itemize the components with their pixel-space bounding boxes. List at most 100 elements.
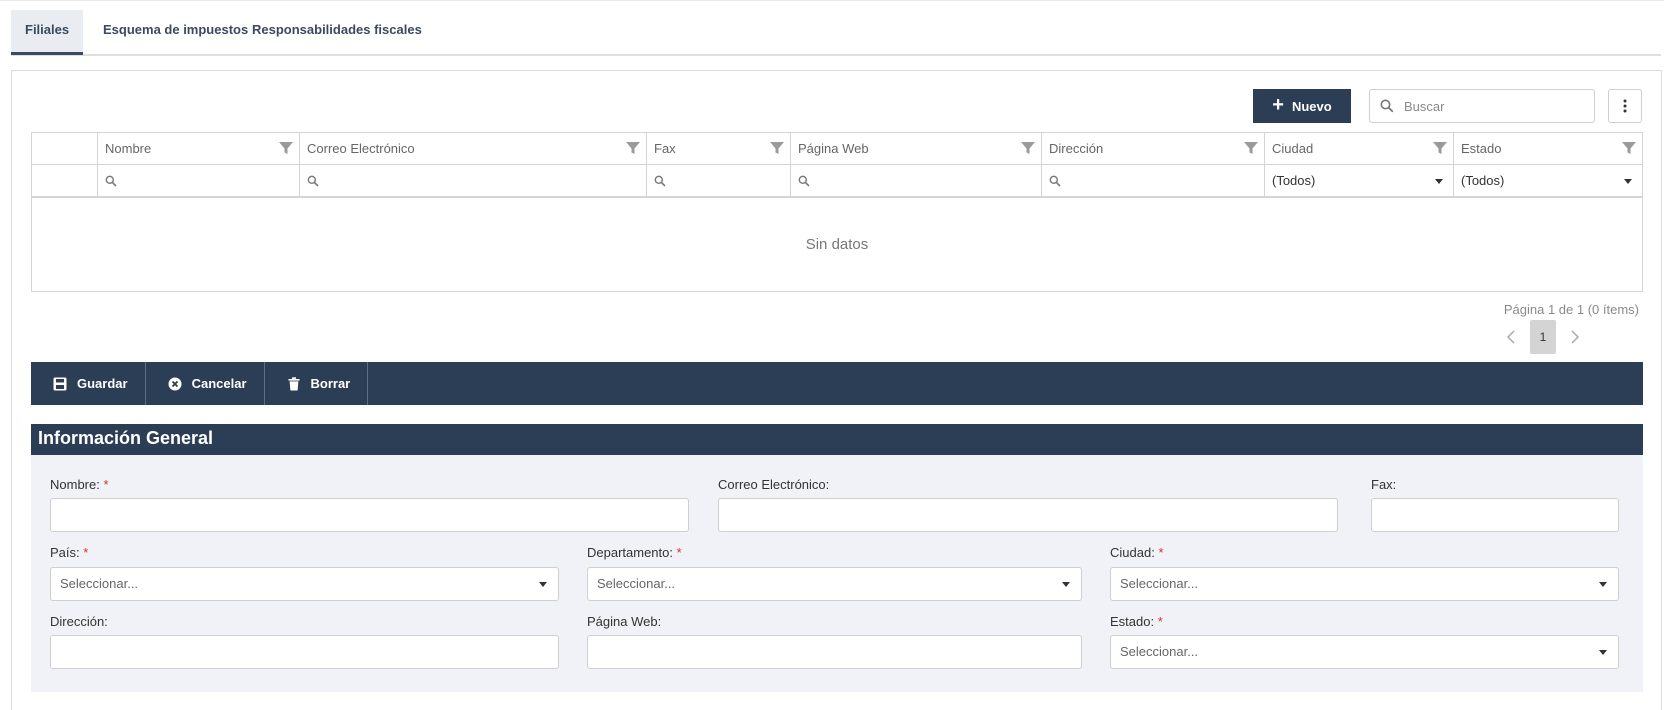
select-placeholder: Seleccionar... <box>1120 576 1199 591</box>
action-toolbar: Guardar Cancelar Borrar <box>31 362 1643 405</box>
field-label-ciudad: Ciudad: * <box>1110 545 1164 560</box>
grid-filter-row: (Todos) (Todos) <box>32 165 1642 198</box>
search-icon <box>105 175 117 187</box>
field-label-pais: País: * <box>50 545 88 560</box>
filter-input-fax[interactable] <box>647 165 791 196</box>
section-title: Información General <box>31 424 1643 455</box>
field-label-estado: Estado: * <box>1110 614 1163 629</box>
save-button[interactable]: Guardar <box>31 362 146 405</box>
column-label: Página Web <box>798 141 869 156</box>
top-divider <box>0 0 1664 1</box>
fax-input[interactable] <box>1371 498 1619 532</box>
page-number-button[interactable]: 1 <box>1530 320 1556 354</box>
data-grid: Nombre Correo Electrónico Fax Página Web… <box>31 132 1643 292</box>
required-mark: * <box>1158 545 1164 560</box>
column-label: Ciudad <box>1272 141 1314 156</box>
pagina-web-input[interactable] <box>587 635 1082 669</box>
column-header-pagina-web[interactable]: Página Web <box>791 133 1042 164</box>
tab-filiales[interactable]: Filiales <box>11 10 84 55</box>
field-label-correo: Correo Electrónico: <box>718 477 830 492</box>
filter-icon[interactable] <box>1622 141 1636 155</box>
field-label-direccion: Dirección: <box>50 614 108 629</box>
column-header-fax[interactable]: Fax <box>647 133 791 164</box>
field-label-pagina-web: Página Web: <box>587 614 662 629</box>
filter-select-estado[interactable]: (Todos) <box>1454 165 1642 196</box>
column-header-direccion[interactable]: Dirección <box>1042 133 1265 164</box>
caret-down-icon <box>1062 582 1070 587</box>
chevron-right-icon[interactable] <box>1566 329 1582 345</box>
estado-select[interactable]: Seleccionar... <box>1110 635 1619 669</box>
filter-icon[interactable] <box>1021 141 1035 155</box>
select-placeholder: Seleccionar... <box>597 576 676 591</box>
search-input[interactable] <box>1402 97 1582 115</box>
filter-input-nombre[interactable] <box>98 165 300 196</box>
plus-icon: + <box>1272 94 1284 116</box>
filter-value: (Todos) <box>1272 173 1316 188</box>
column-label: Fax <box>654 141 676 156</box>
nombre-input[interactable] <box>50 498 689 532</box>
search-box <box>1369 89 1595 123</box>
chevron-left-icon[interactable] <box>1504 329 1520 345</box>
ciudad-select[interactable]: Seleccionar... <box>1110 567 1619 601</box>
cancel-icon <box>168 377 182 390</box>
column-label: Estado <box>1461 141 1502 156</box>
filter-icon[interactable] <box>626 141 640 155</box>
new-button[interactable]: + Nuevo <box>1253 89 1351 123</box>
filter-cell-empty <box>32 165 98 196</box>
select-placeholder: Seleccionar... <box>1120 644 1199 659</box>
caret-down-icon <box>1599 582 1607 587</box>
tab-esquema-impuestos[interactable]: Esquema de impuestos <box>89 10 262 54</box>
label-text: Estado: <box>1110 614 1155 629</box>
search-icon <box>798 175 810 187</box>
label-text: País: <box>50 545 80 560</box>
filter-icon[interactable] <box>1433 141 1447 155</box>
trash-icon <box>288 376 299 390</box>
delete-label: Borrar <box>310 376 351 391</box>
grid-select-header[interactable] <box>32 133 98 164</box>
general-info-form: Nombre: * Correo Electrónico: Fax: País:… <box>31 455 1643 692</box>
label-text: Nombre: <box>50 477 100 492</box>
filter-select-ciudad[interactable]: (Todos) <box>1265 165 1454 196</box>
direccion-input[interactable] <box>50 635 559 669</box>
column-header-correo[interactable]: Correo Electrónico <box>300 133 647 164</box>
departamento-select[interactable]: Seleccionar... <box>587 567 1082 601</box>
required-mark: * <box>676 545 682 560</box>
field-label-nombre: Nombre: * <box>50 477 109 492</box>
field-label-departamento: Departamento: * <box>587 545 682 560</box>
column-label: Correo Electrónico <box>307 141 415 156</box>
filter-icon[interactable] <box>770 141 784 155</box>
column-header-estado[interactable]: Estado <box>1454 133 1642 164</box>
pager-info: Página 1 de 1 (0 ítems) <box>1503 302 1639 317</box>
column-label: Nombre <box>105 141 152 156</box>
search-icon <box>1380 99 1394 113</box>
pager: 1 <box>1504 320 1582 354</box>
pais-select[interactable]: Seleccionar... <box>50 567 559 601</box>
caret-down-icon <box>539 582 547 587</box>
filter-input-direccion[interactable] <box>1042 165 1265 196</box>
kebab-icon <box>1623 99 1627 113</box>
filter-input-correo[interactable] <box>300 165 647 196</box>
filter-value: (Todos) <box>1461 173 1505 188</box>
correo-input[interactable] <box>718 498 1338 532</box>
delete-button[interactable]: Borrar <box>265 362 369 405</box>
caret-down-icon <box>1599 650 1607 655</box>
filter-icon[interactable] <box>279 141 293 155</box>
cancel-button[interactable]: Cancelar <box>146 362 265 405</box>
column-header-nombre[interactable]: Nombre <box>98 133 300 164</box>
required-mark: * <box>83 545 89 560</box>
field-label-fax: Fax: <box>1371 477 1397 492</box>
caret-down-icon <box>1435 179 1443 184</box>
search-icon <box>1049 175 1061 187</box>
column-header-ciudad[interactable]: Ciudad <box>1265 133 1454 164</box>
more-options-button[interactable] <box>1608 89 1642 123</box>
select-placeholder: Seleccionar... <box>60 576 139 591</box>
filter-icon[interactable] <box>1244 141 1258 155</box>
label-text: Ciudad: <box>1110 545 1155 560</box>
search-icon <box>307 175 319 187</box>
tab-responsabilidades-fiscales[interactable]: Responsabilidades fiscales <box>238 10 436 54</box>
cancel-label: Cancelar <box>191 376 247 391</box>
filter-input-pagina-web[interactable] <box>791 165 1042 196</box>
new-button-label: Nuevo <box>1291 98 1332 114</box>
save-label: Guardar <box>77 376 128 391</box>
required-mark: * <box>1157 614 1163 629</box>
